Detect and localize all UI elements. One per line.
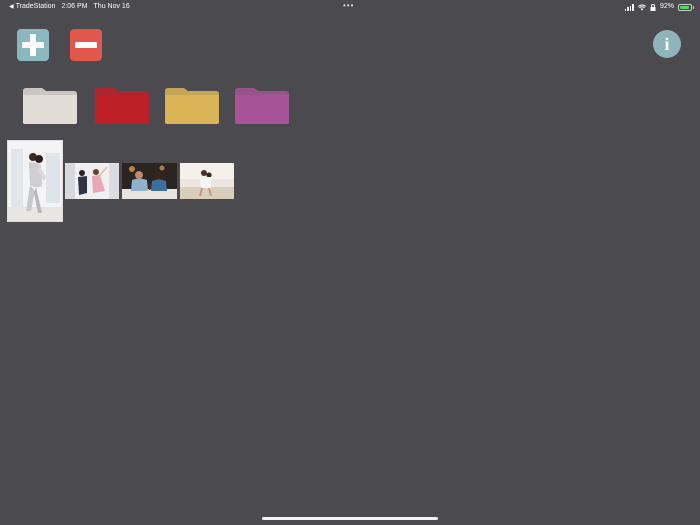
- battery-percent: 92%: [659, 3, 674, 10]
- remove-button[interactable]: [70, 29, 102, 61]
- status-date: Thu Nov 16: [93, 3, 130, 10]
- lock-rotation-icon: [650, 3, 656, 11]
- folder-red[interactable]: [94, 87, 150, 125]
- folder-icon: [235, 88, 289, 124]
- add-button[interactable]: [17, 29, 49, 61]
- folder-icon: [165, 88, 219, 124]
- folder-purple[interactable]: [234, 87, 290, 125]
- photo-couple-dancing[interactable]: [65, 163, 119, 199]
- photo-couple-restaurant[interactable]: [122, 163, 177, 199]
- status-bar: ◀ TradeStation 2:06 PM Thu Nov 16 ••• 92…: [0, 0, 700, 14]
- folder-icon: [95, 88, 149, 124]
- multitasking-dots[interactable]: •••: [343, 0, 354, 12]
- back-to-app-link[interactable]: TradeStation: [16, 0, 56, 14]
- status-time: 2:06 PM: [61, 3, 88, 10]
- folder-beige[interactable]: [22, 87, 78, 125]
- folder-icon: [23, 88, 77, 124]
- folder-yellow[interactable]: [164, 87, 220, 125]
- status-left: ◀ TradeStation 2:06 PM Thu Nov 16: [9, 0, 130, 14]
- home-indicator[interactable]: [262, 517, 438, 520]
- cellular-signal-icon: [624, 4, 634, 11]
- back-arrow-icon[interactable]: ◀: [9, 0, 14, 14]
- battery-icon: [678, 3, 694, 11]
- photo-couple-beach[interactable]: [180, 163, 234, 199]
- wifi-icon: [638, 4, 646, 10]
- status-right: 92%: [624, 0, 694, 14]
- info-icon: i: [664, 34, 670, 54]
- photo-couple-window[interactable]: [8, 141, 62, 221]
- battery-fill: [680, 5, 690, 9]
- info-button[interactable]: i: [653, 30, 681, 58]
